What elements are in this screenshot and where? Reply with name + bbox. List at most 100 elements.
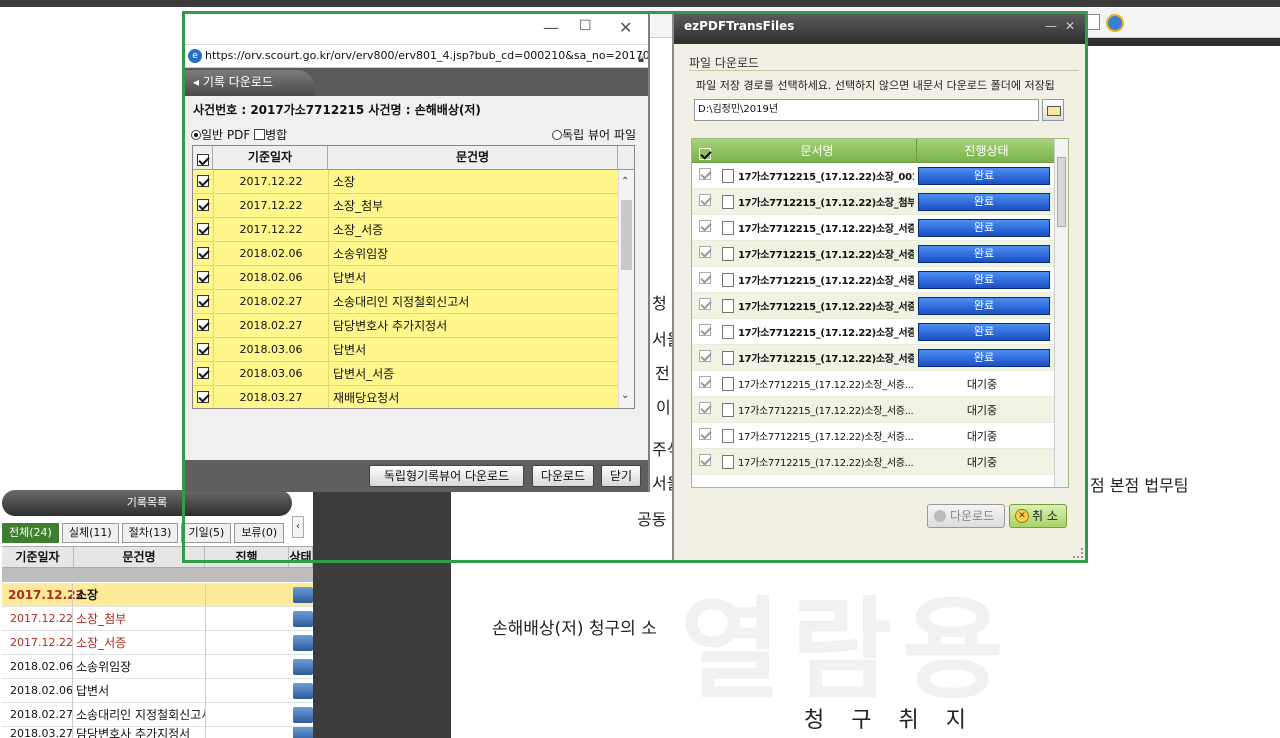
file-row[interactable]: 17가소7712215_(17.12.22)소장_서증... 대기중	[692, 449, 1068, 475]
scroll-up-icon[interactable]: ⌃	[621, 176, 629, 187]
tab-all[interactable]: 전체(24)	[2, 523, 59, 543]
record-open-button[interactable]	[289, 583, 313, 607]
minimize-icon[interactable]: —	[543, 18, 559, 37]
table-header: 기준일자 문건명	[193, 146, 634, 170]
col-name[interactable]: 문건명	[74, 547, 205, 567]
record-row[interactable]: 2017.12.22 소장_첨부	[2, 606, 313, 631]
file-checkbox[interactable]	[692, 454, 718, 469]
viewer-download-button[interactable]: 독립형기록뷰어 다운로드	[369, 465, 524, 487]
tab-pending[interactable]: 보류(0)	[234, 523, 285, 543]
table-row[interactable]: 2018.03.06 답변서	[193, 337, 634, 362]
file-checkbox[interactable]	[692, 194, 718, 209]
cancel-button[interactable]: ✕ 취 소	[1009, 504, 1067, 528]
file-checkbox[interactable]	[692, 168, 718, 183]
select-all-checkbox[interactable]	[692, 139, 718, 162]
file-row[interactable]: 17가소7712215_(17.12.22)소장_서증... 대기중	[692, 423, 1068, 449]
record-open-button[interactable]	[289, 679, 313, 703]
minimize-icon[interactable]: —	[1045, 14, 1057, 38]
record-row[interactable]: 2017.12.22 소장_서증	[2, 630, 313, 655]
file-row[interactable]: 17가소7712215_(17.12.22)소장_서증... 완료	[692, 345, 1068, 371]
record-row[interactable]: 2017.12.22 소장	[2, 582, 313, 607]
file-row[interactable]: 17가소7712215_(17.12.22)소장_서증... 완료	[692, 293, 1068, 319]
file-checkbox[interactable]	[692, 376, 718, 391]
col-status[interactable]: 상태	[289, 547, 313, 567]
row-checkbox[interactable]	[193, 194, 213, 218]
pdf-radio[interactable]	[191, 130, 201, 140]
col-date[interactable]: 기준일자	[213, 146, 328, 169]
row-checkbox[interactable]	[193, 362, 213, 386]
file-row[interactable]: 17가소7712215_(17.12.22)소장_001001... 완료	[692, 163, 1068, 189]
tab-hearing[interactable]: 기일(5)	[181, 523, 232, 543]
download-button[interactable]: 다운로드	[532, 465, 594, 487]
row-checkbox[interactable]	[193, 218, 213, 242]
record-open-button[interactable]	[289, 607, 313, 631]
resize-grip[interactable]	[1073, 548, 1083, 558]
close-icon[interactable]: ✕	[619, 18, 632, 37]
folder-icon[interactable]	[1042, 99, 1064, 121]
record-open-button[interactable]	[289, 703, 313, 727]
row-checkbox[interactable]	[193, 338, 213, 362]
table-row[interactable]: 2018.03.27 재배당요청서	[193, 385, 634, 409]
maximize-icon[interactable]: ☐	[579, 18, 592, 34]
viewer-radio[interactable]	[552, 130, 563, 140]
close-button[interactable]: 닫기	[601, 465, 641, 487]
file-row[interactable]: 17가소7712215_(17.12.22)소장_서증... 완료	[692, 241, 1068, 267]
file-row[interactable]: 17가소7712215_(17.12.22)소장_첨부... 완료	[692, 189, 1068, 215]
table-row[interactable]: 2018.02.06 소송위임장	[193, 241, 634, 266]
record-open-button[interactable]	[289, 655, 313, 679]
close-icon[interactable]: ✕	[1065, 14, 1075, 38]
select-all-checkbox[interactable]	[193, 146, 213, 169]
file-row[interactable]: 17가소7712215_(17.12.22)소장_서증... 대기중	[692, 397, 1068, 423]
row-checkbox[interactable]	[193, 266, 213, 290]
col-progress[interactable]: 진행	[205, 547, 289, 567]
scroll-down-icon[interactable]: ⌄	[621, 390, 629, 401]
file-checkbox[interactable]	[692, 220, 718, 235]
col-date[interactable]: 기준일자	[2, 547, 74, 567]
tab-procedure[interactable]: 절차(13)	[121, 523, 179, 543]
file-checkbox[interactable]	[692, 246, 718, 261]
file-row[interactable]: 17가소7712215_(17.12.22)소장_서증... 대기중	[692, 371, 1068, 397]
scroll-thumb[interactable]	[621, 200, 632, 270]
file-checkbox[interactable]	[692, 324, 718, 339]
row-checkbox[interactable]	[193, 242, 213, 266]
record-open-button[interactable]	[289, 727, 313, 738]
table-row[interactable]: 2017.12.22 소장_서증	[193, 217, 634, 242]
record-row[interactable]: 2018.03.27 담당변호사 추가지정서	[2, 727, 313, 738]
search-icon[interactable]	[1106, 14, 1124, 32]
scroll-thumb[interactable]	[1057, 157, 1066, 227]
row-checkbox[interactable]	[193, 386, 213, 409]
file-checkbox[interactable]	[692, 402, 718, 417]
file-checkbox[interactable]	[692, 298, 718, 313]
table-row[interactable]: 2018.03.06 답변서_서증	[193, 361, 634, 386]
merge-checkbox[interactable]	[254, 129, 266, 140]
col-name[interactable]: 문건명	[328, 146, 618, 169]
file-row[interactable]: 17가소7712215_(17.12.22)소장_서증... 완료	[692, 215, 1068, 241]
table-row[interactable]: 2018.02.27 담당변호사 추가지정서	[193, 313, 634, 338]
tab-substance[interactable]: 실체(11)	[61, 523, 119, 543]
col-document[interactable]: 문서명	[718, 139, 916, 162]
grid-scrollbar[interactable]	[1054, 139, 1068, 487]
table-row[interactable]: 2017.12.22 소장	[193, 169, 634, 194]
table-row[interactable]: 2017.12.22 소장_첨부	[193, 193, 634, 218]
record-row[interactable]: 2018.02.06 답변서	[2, 678, 313, 703]
file-row[interactable]: 17가소7712215_(17.12.22)소장_서증... 완료	[692, 319, 1068, 345]
row-checkbox[interactable]	[193, 170, 213, 194]
collapse-button[interactable]: ‹	[292, 516, 304, 538]
table-scrollbar[interactable]: ⌃ ⌄	[618, 170, 634, 408]
col-status[interactable]: 진행상태	[916, 139, 1056, 162]
globe-icon: e	[188, 49, 202, 63]
record-row[interactable]: 2018.02.06 소송위임장	[2, 654, 313, 679]
row-checkbox[interactable]	[193, 314, 213, 338]
file-row[interactable]: 17가소7712215_(17.12.22)소장_서증... 완료	[692, 267, 1068, 293]
row-checkbox[interactable]	[193, 290, 213, 314]
table-row[interactable]: 2018.02.27 소송대리인 지정철회신고서	[193, 289, 634, 314]
record-open-button[interactable]	[289, 631, 313, 655]
page-icon[interactable]	[1086, 14, 1100, 30]
save-path-input[interactable]: D:\김정민\2019년	[694, 99, 1039, 121]
file-checkbox[interactable]	[692, 350, 718, 365]
table-row[interactable]: 2018.02.06 답변서	[193, 265, 634, 290]
file-checkbox[interactable]	[692, 428, 718, 443]
address-bar[interactable]: e https://orv.scourt.go.kr/orv/erv800/er…	[185, 44, 648, 68]
file-checkbox[interactable]	[692, 272, 718, 287]
record-row[interactable]: 2018.02.27 소송대리인 지정철회신고서	[2, 702, 313, 727]
